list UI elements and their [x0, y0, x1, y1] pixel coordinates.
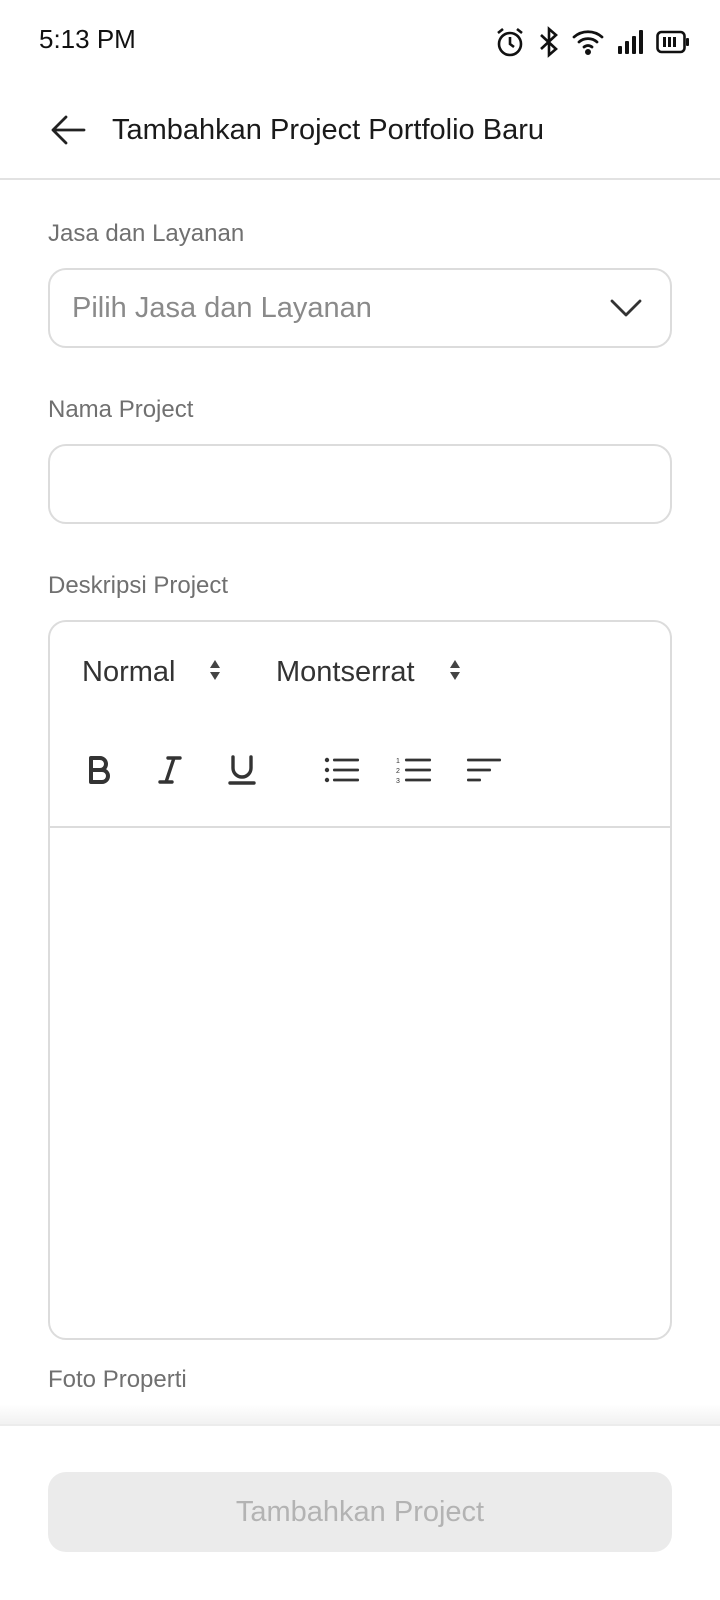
- italic-icon: [157, 755, 183, 790]
- bullet-list-icon: [324, 757, 360, 788]
- heading-picker-label: Normal: [82, 656, 176, 688]
- numbered-list-button[interactable]: 1 2 3: [392, 750, 436, 794]
- status-bar: 5:13 PM: [0, 0, 720, 84]
- numbered-list-icon: 1 2 3: [396, 756, 432, 789]
- svg-text:3: 3: [396, 778, 400, 784]
- heading-picker[interactable]: Normal: [82, 656, 221, 689]
- bluetooth-icon: [538, 26, 560, 58]
- description-label: Deskripsi Project: [48, 572, 229, 599]
- bold-button[interactable]: [78, 750, 122, 794]
- project-name-input[interactable]: [48, 444, 672, 524]
- svg-text:2: 2: [396, 768, 400, 775]
- back-button[interactable]: [44, 108, 92, 156]
- app-bar: Tambahkan Project Portfolio Baru: [0, 84, 720, 180]
- form-content[interactable]: Jasa dan Layanan Pilih Jasa dan Layanan …: [0, 182, 720, 1422]
- rich-text-editor: Normal Montserrat 1 2 3: [48, 620, 672, 1340]
- bottom-shadow: [0, 1404, 720, 1426]
- underline-icon: [228, 754, 256, 791]
- add-project-button-label: Tambahkan Project: [235, 1495, 485, 1528]
- bold-icon: [87, 755, 113, 790]
- service-select-placeholder: Pilih Jasa dan Layanan: [72, 292, 372, 324]
- svg-text:1: 1: [396, 758, 400, 765]
- bullet-list-button[interactable]: [320, 750, 364, 794]
- status-time: 5:13 PM: [39, 24, 136, 54]
- service-label: Jasa dan Layanan: [48, 220, 245, 247]
- font-picker[interactable]: Montserrat: [276, 656, 461, 689]
- sort-arrows-icon: [449, 659, 461, 686]
- service-select[interactable]: Pilih Jasa dan Layanan: [48, 268, 672, 348]
- photo-label: Foto Properti: [48, 1366, 187, 1393]
- add-project-button[interactable]: Tambahkan Project: [48, 1472, 672, 1552]
- wifi-icon: [572, 28, 604, 56]
- arrow-left-icon: [50, 114, 86, 151]
- status-icons: [494, 22, 690, 62]
- underline-button[interactable]: [220, 750, 264, 794]
- alarm-icon: [494, 26, 526, 58]
- description-editor-area[interactable]: [50, 828, 670, 1338]
- editor-toolbar: Normal Montserrat 1 2 3: [50, 622, 670, 828]
- page-title: Tambahkan Project Portfolio Baru: [112, 114, 544, 146]
- project-name-label: Nama Project: [48, 396, 194, 423]
- bottom-bar: Tambahkan Project: [0, 1424, 720, 1600]
- align-icon: [466, 757, 502, 788]
- align-button[interactable]: [462, 750, 506, 794]
- signal-icon: [616, 28, 644, 56]
- italic-button[interactable]: [148, 750, 192, 794]
- chevron-down-icon: [610, 298, 642, 323]
- battery-icon: [656, 30, 690, 54]
- font-picker-label: Montserrat: [276, 656, 415, 688]
- sort-arrows-icon: [209, 659, 221, 686]
